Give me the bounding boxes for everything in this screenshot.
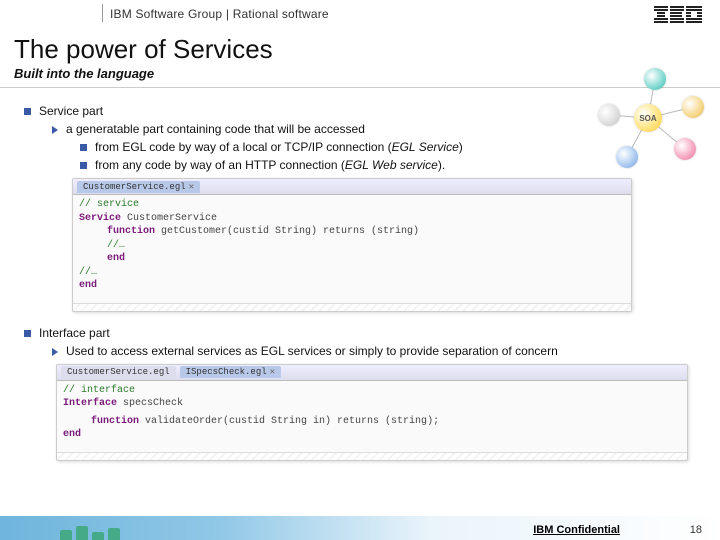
heading-text: Interface part (39, 326, 110, 340)
confidential-label: IBM Confidential (533, 524, 620, 536)
soa-node (598, 104, 620, 126)
slide-footer: IBM Confidential 18 (0, 516, 720, 540)
close-icon: ✕ (189, 182, 194, 192)
bullet-interface-part: Interface part (24, 326, 696, 340)
header-separator (102, 4, 103, 22)
slide-title: The power of Services (14, 34, 706, 65)
square-bullet-icon (24, 108, 31, 115)
bullet-text: from EGL code by way of a local or TCP/I… (95, 140, 463, 154)
square-bullet-icon (80, 144, 87, 151)
square-bullet-icon (24, 330, 31, 337)
soa-node (644, 68, 666, 90)
code-snippet-interface: CustomerService.egl ISpecsCheck.egl✕ // … (56, 364, 688, 461)
soa-center-node: SOA (634, 104, 662, 132)
code-body: // interface Interface specsCheck functi… (57, 381, 687, 452)
triangle-bullet-icon (52, 126, 58, 134)
bullet-text: Used to access external services as EGL … (66, 344, 558, 358)
header-title: IBM Software Group | Rational software (110, 7, 329, 21)
bullet-text: from any code by way of an HTTP connecti… (95, 158, 445, 172)
slide-header: IBM Software Group | Rational software (0, 0, 720, 28)
editor-tab-active: ISpecsCheck.egl✕ (180, 366, 281, 378)
torn-edge (73, 303, 631, 311)
heading-text: Service part (39, 104, 103, 118)
editor-tab: CustomerService.egl (61, 366, 176, 378)
soa-node (674, 138, 696, 160)
bullet-text: a generatable part containing code that … (66, 122, 365, 136)
footer-decoration (0, 516, 120, 540)
soa-diagram: SOA (586, 64, 706, 174)
soa-node (616, 146, 638, 168)
editor-tabbar: CustomerService.egl✕ (73, 179, 631, 195)
code-snippet-service: CustomerService.egl✕ // service Service … (72, 178, 632, 312)
square-bullet-icon (80, 162, 87, 169)
page-number: 18 (690, 524, 702, 536)
close-icon: ✕ (270, 367, 275, 377)
triangle-bullet-icon (52, 348, 58, 356)
editor-tab: CustomerService.egl✕ (77, 181, 200, 193)
torn-edge (57, 452, 687, 460)
code-body: // service Service CustomerService funct… (73, 195, 631, 303)
editor-tabbar: CustomerService.egl ISpecsCheck.egl✕ (57, 365, 687, 381)
bullet-sub: Used to access external services as EGL … (52, 344, 696, 358)
ibm-logo (654, 6, 702, 29)
soa-node (682, 96, 704, 118)
